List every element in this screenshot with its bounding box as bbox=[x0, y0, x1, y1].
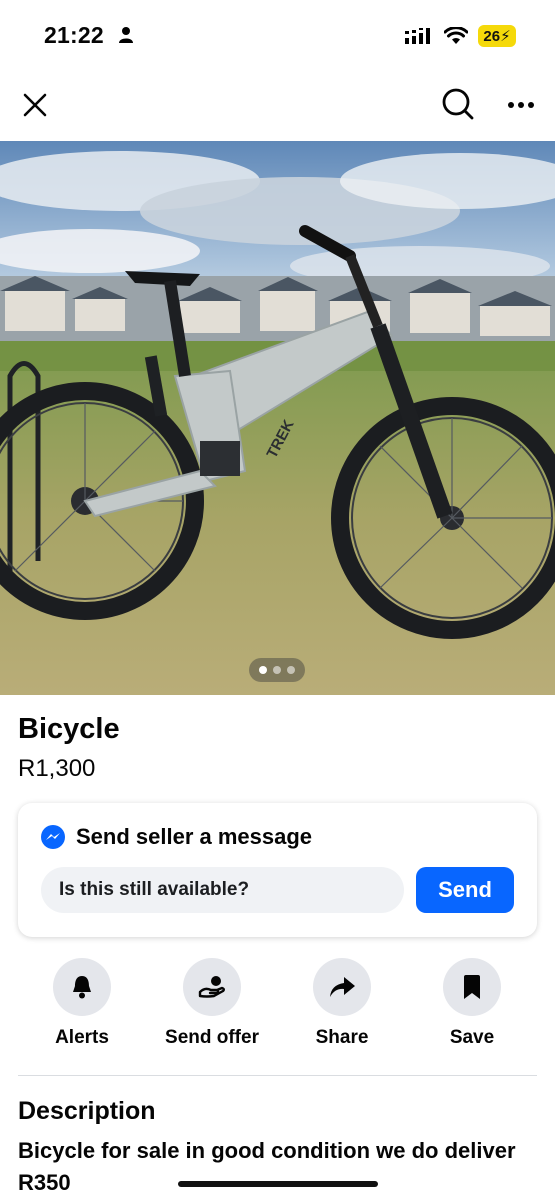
share-icon-circle bbox=[313, 958, 371, 1016]
send-button[interactable]: Send bbox=[416, 867, 514, 913]
description-text: Bicycle for sale in good condition we do… bbox=[18, 1138, 516, 1195]
action-label: Save bbox=[449, 1027, 495, 1048]
search-button[interactable] bbox=[436, 82, 480, 126]
pager-dot bbox=[287, 666, 295, 674]
battery-level: 26 bbox=[483, 27, 501, 45]
status-time: 21:22 bbox=[44, 22, 104, 48]
bookmark-icon bbox=[464, 975, 480, 999]
alerts-button[interactable]: Alerts bbox=[17, 958, 147, 1049]
bell-icon bbox=[73, 976, 91, 999]
message-input[interactable]: Is this still available? bbox=[41, 867, 404, 913]
more-icon bbox=[508, 102, 534, 108]
message-card-header: Send seller a message bbox=[40, 824, 312, 850]
pager-dot bbox=[273, 666, 281, 674]
wifi-icon bbox=[443, 26, 469, 50]
save-icon-circle bbox=[443, 958, 501, 1016]
search-icon bbox=[442, 88, 474, 120]
save-button[interactable]: Save bbox=[407, 958, 537, 1049]
cellular-signal-icon bbox=[405, 28, 433, 51]
section-divider bbox=[18, 1075, 537, 1076]
send-seller-message-card: Send seller a message Is this still avai… bbox=[18, 803, 537, 937]
send-offer-button[interactable]: Send offer bbox=[147, 958, 277, 1049]
action-label: Share bbox=[315, 1027, 369, 1048]
pager-dot bbox=[259, 666, 267, 674]
home-indicator[interactable] bbox=[178, 1181, 378, 1187]
description-heading: Description bbox=[18, 1097, 156, 1125]
share-arrow-icon bbox=[330, 977, 355, 997]
action-buttons-row: Alerts Send offer Share Save bbox=[0, 958, 555, 1058]
status-bar: 21:22 26 ⚡ bbox=[0, 0, 555, 70]
offer-hand-icon bbox=[198, 976, 225, 998]
message-card-heading: Send seller a message bbox=[76, 824, 313, 849]
charging-bolt-icon: ⚡ bbox=[500, 28, 511, 45]
listing-title: Bicycle bbox=[18, 713, 120, 745]
listing-price: R1,300 bbox=[18, 755, 96, 782]
person-icon bbox=[118, 26, 134, 48]
bicycle-photo-image: TREK bbox=[0, 141, 555, 695]
send-offer-icon-circle bbox=[183, 958, 241, 1016]
alerts-icon-circle bbox=[53, 958, 111, 1016]
more-options-button[interactable] bbox=[500, 84, 542, 126]
messenger-icon bbox=[41, 825, 65, 849]
share-button[interactable]: Share bbox=[277, 958, 407, 1049]
listing-photo[interactable]: TREK bbox=[0, 141, 555, 695]
photo-pager[interactable] bbox=[249, 658, 305, 682]
action-label: Send offer bbox=[165, 1027, 259, 1048]
close-icon bbox=[23, 93, 47, 117]
close-button[interactable] bbox=[14, 84, 56, 126]
action-label: Alerts bbox=[55, 1027, 109, 1048]
battery-charging-icon: 26 ⚡ bbox=[478, 25, 516, 47]
top-bar bbox=[0, 70, 555, 140]
